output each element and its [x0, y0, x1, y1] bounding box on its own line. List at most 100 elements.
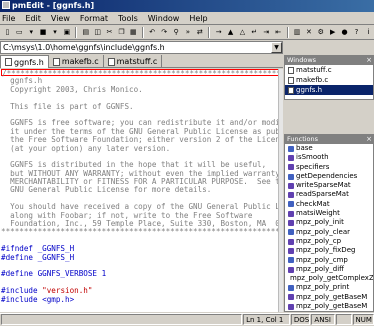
tab-makefb-c[interactable]: makefb.c — [49, 55, 104, 68]
function-list-item[interactable]: mpz_poly_getBaseM — [285, 302, 373, 311]
function-list-item[interactable]: checkMat — [285, 200, 373, 209]
function-list-item[interactable]: readSparseMat — [285, 190, 373, 199]
find-icon[interactable]: ⚲ — [171, 27, 182, 38]
stop-icon[interactable]: ● — [339, 27, 350, 38]
function-list-item[interactable]: writeSparseMat — [285, 181, 373, 190]
code-line: the Free Software Foundation; either ver… — [1, 136, 278, 144]
function-icon — [288, 257, 294, 264]
function-icon — [288, 192, 294, 199]
function-list-item[interactable]: mpz_poly_fixDeg — [285, 246, 373, 255]
function-label: mpz_poly_fixDeg — [296, 246, 356, 255]
function-list-item[interactable]: mpz_poly_clear — [285, 228, 373, 237]
menu-tools[interactable]: Tools — [113, 12, 143, 25]
file-icon — [288, 86, 294, 94]
options-icon[interactable]: ⚙ — [315, 27, 326, 38]
open-file-icon[interactable]: ▭ — [14, 27, 25, 38]
word-wrap-icon[interactable]: ↵ — [249, 27, 260, 38]
functions-panel: Functions × base isSmooth specifiers getDep… — [284, 134, 374, 312]
function-list-item[interactable]: specifiers — [285, 163, 373, 172]
function-icon — [288, 266, 294, 273]
code-editor[interactable]: /***************************************… — [0, 69, 278, 312]
dropdown-arrow-icon[interactable]: ▾ — [26, 27, 37, 38]
code-token: but WITHOUT ANY WARRANTY; without even t… — [1, 169, 278, 178]
toolbar-separator — [286, 26, 289, 38]
function-list-item[interactable]: mpz_poly_getComplexZeros — [285, 274, 373, 283]
function-icon — [288, 294, 294, 301]
menu-view[interactable]: View — [46, 12, 75, 25]
find-next-icon[interactable]: » — [182, 27, 193, 38]
print-icon[interactable]: ▤ — [80, 27, 91, 38]
path-dropdown-icon[interactable]: ▼ — [271, 42, 282, 53]
function-list-item[interactable]: mpz_poly_cp — [285, 237, 373, 246]
function-list-item[interactable]: matsiWeight — [285, 209, 373, 218]
print-preview-icon[interactable]: ◫ — [92, 27, 103, 38]
cut-icon[interactable]: ✂ — [104, 27, 115, 38]
code-token: Foundation, Inc., 59 Temple Place, Suite… — [1, 220, 278, 229]
paste-icon[interactable]: ▦ — [128, 27, 139, 38]
column-icon[interactable]: ▥ — [292, 27, 303, 38]
code-token: it under the terms of the GNU General Pu… — [1, 127, 278, 136]
goto-icon[interactable]: → — [213, 27, 224, 38]
code-token: (at your option) any later version. — [1, 144, 171, 153]
redo-icon[interactable]: ↷ — [159, 27, 170, 38]
dropdown-arrow-icon[interactable]: ▾ — [50, 27, 61, 38]
code-token: You should have received a copy of the G… — [1, 203, 278, 212]
function-label: mpz_poly_getComplexZeros — [290, 274, 373, 283]
outdent-icon[interactable]: ⇤ — [273, 27, 284, 38]
close-icon[interactable]: ✕ — [303, 27, 314, 38]
function-label: mpz_poly_getBaseM — [296, 292, 368, 301]
window-list-item[interactable]: matstuff.c — [285, 65, 373, 75]
code-line: #include "version.h" — [1, 287, 278, 295]
close-icon[interactable]: × — [366, 135, 372, 144]
undo-icon[interactable]: ↶ — [147, 27, 158, 38]
menu-edit[interactable]: Edit — [20, 12, 46, 25]
tab-ggnfs-h[interactable]: ggnfs.h — [0, 55, 49, 68]
code-token: GNU General Public License for more deta… — [1, 186, 212, 195]
function-list-item[interactable]: mpz_poly_init — [285, 218, 373, 227]
menu-window[interactable]: Window — [143, 12, 185, 25]
function-label: readSparseMat — [296, 190, 349, 199]
file-tabs: ggnfs.h makefb.c matstuff.c — [0, 55, 283, 68]
window-list-item[interactable]: ggnfs.h — [285, 85, 373, 95]
function-list-item[interactable]: mpz_poly_print — [285, 283, 373, 292]
function-list-item[interactable]: isSmooth — [285, 153, 373, 162]
close-icon[interactable]: × — [366, 56, 372, 65]
indent-icon[interactable]: ⇥ — [261, 27, 272, 38]
function-list-item[interactable]: mpz_poly_cmp — [285, 256, 373, 265]
function-list-item[interactable]: base — [285, 144, 373, 153]
function-icon — [288, 164, 294, 171]
menu-file[interactable]: File — [0, 12, 20, 25]
function-list-item[interactable]: mpz_poly_diff — [285, 265, 373, 274]
bookmark-next-icon[interactable]: △ — [237, 27, 248, 38]
save-icon[interactable]: ■ — [38, 27, 49, 38]
copy-icon[interactable]: ❐ — [116, 27, 127, 38]
help-icon[interactable]: ? — [351, 27, 362, 38]
function-label: mpz_poly_cmp — [296, 255, 348, 264]
window-list-item[interactable]: makefb.c — [285, 75, 373, 85]
file-icon — [5, 58, 12, 66]
tab-matstuff-c[interactable]: matstuff.c — [104, 55, 163, 68]
bookmark-icon[interactable]: ▲ — [225, 27, 236, 38]
code-line: This file is part of GGNFS. — [1, 103, 278, 111]
run-icon[interactable]: ▶ — [327, 27, 338, 38]
replace-icon[interactable]: ⇄ — [194, 27, 205, 38]
editor-scrollbar[interactable] — [278, 69, 283, 312]
menu-help[interactable]: Help — [184, 12, 212, 25]
code-line: Copyright 2003, Chris Monico. — [1, 86, 278, 94]
code-line: #define _GGNFS_H — [1, 254, 278, 262]
code-token: ****************************************… — [1, 228, 278, 237]
function-list-item[interactable]: mpz_poly_getBaseM — [285, 293, 373, 302]
menu-format[interactable]: Format — [75, 12, 113, 25]
code-token: #ifndef _GGNFS_H — [1, 245, 75, 254]
code-line: ****************************************… — [1, 228, 278, 236]
about-icon[interactable]: i — [363, 27, 374, 38]
path-field[interactable]: C:\msys\1.0\home\ggnfs\include\ggnfs.h — [0, 41, 283, 54]
save-all-icon[interactable]: ▣ — [61, 27, 72, 38]
function-list-item[interactable]: getDependencies — [285, 172, 373, 181]
function-icon — [288, 220, 294, 227]
new-file-icon[interactable]: ▯ — [2, 27, 13, 38]
